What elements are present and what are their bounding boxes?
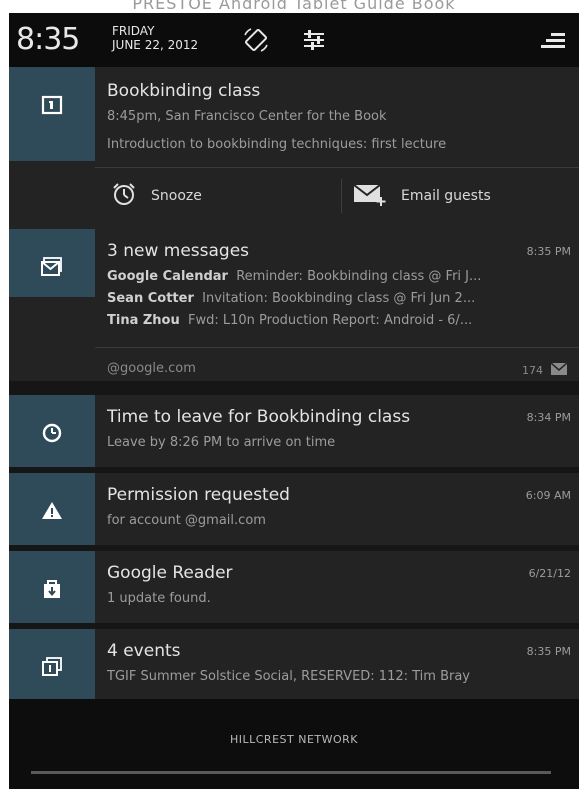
message-text: Fwd: L10n Production Report: Android - 6… bbox=[188, 313, 473, 328]
mail-icon bbox=[543, 362, 568, 378]
status-date: FRIDAY JUNE 22, 2012 bbox=[112, 24, 198, 52]
message-text: Invitation: Bookbinding class @ Fri Jun … bbox=[202, 291, 476, 306]
status-bar: 8:35 FRIDAY JUNE 22, 2012 bbox=[9, 13, 579, 67]
alarm-clock-icon bbox=[111, 181, 151, 211]
notification-menu-icon[interactable] bbox=[537, 25, 567, 55]
notification-gmail[interactable]: 3 new messages 8:35 PM Google Calendar R… bbox=[9, 229, 579, 381]
notification-description: Introduction to bookbinding techniques: … bbox=[107, 137, 447, 152]
account-address: @google.com bbox=[107, 361, 196, 376]
notification-time: 8:35 PM bbox=[526, 245, 571, 258]
unread-count-number: 174 bbox=[522, 364, 543, 377]
calendar-icon bbox=[40, 67, 64, 121]
notification-time: 6:09 AM bbox=[525, 489, 571, 502]
notification-icon-cell bbox=[9, 67, 95, 161]
gmail-icon bbox=[40, 229, 64, 283]
notification-title: Google Reader bbox=[107, 563, 233, 583]
page-caption: PRESTOE Android Tablet Guide Book bbox=[132, 0, 456, 13]
notification-title: Permission requested bbox=[107, 485, 290, 505]
notification-time: 8:34 PM bbox=[526, 411, 571, 424]
notification-title: Bookbinding class bbox=[107, 81, 261, 101]
notification-google-reader[interactable]: Google Reader 6/21/12 1 update found. bbox=[9, 551, 579, 623]
auto-rotate-icon[interactable] bbox=[241, 25, 271, 55]
notification-subtitle: Leave by 8:26 PM to arrive on time bbox=[107, 435, 336, 450]
notification-title: Time to leave for Bookbinding class bbox=[107, 407, 411, 427]
action-divider bbox=[95, 167, 579, 168]
notification-time: 6/21/12 bbox=[528, 567, 571, 580]
status-day: FRIDAY bbox=[112, 24, 155, 38]
drag-handle[interactable] bbox=[31, 771, 551, 774]
notification-time-to-leave[interactable]: Time to leave for Bookbinding class 8:34… bbox=[9, 395, 579, 467]
message-row[interactable]: Tina Zhou Fwd: L10n Production Report: A… bbox=[107, 313, 573, 328]
tablet-screen: 8:35 FRIDAY JUNE 22, 2012 Bookbinding cl… bbox=[9, 13, 579, 789]
notification-icon-cell bbox=[9, 229, 95, 297]
notification-footer: HILLCREST NETWORK bbox=[9, 699, 579, 789]
gmail-divider bbox=[95, 347, 579, 348]
notification-icon-cell bbox=[9, 473, 95, 545]
notification-subtitle: 8:45pm, San Francisco Center for the Boo… bbox=[107, 109, 387, 124]
action-separator bbox=[341, 179, 342, 213]
update-icon bbox=[40, 551, 64, 605]
snooze-label: Snooze bbox=[151, 188, 202, 204]
notification-icon-cell bbox=[9, 395, 95, 467]
warning-icon bbox=[40, 473, 64, 527]
events-icon bbox=[40, 629, 64, 683]
notification-events[interactable]: 4 events 8:35 PM TGIF Summer Solstice So… bbox=[9, 629, 579, 699]
notification-icon-cell bbox=[9, 551, 95, 623]
unread-count: 174 bbox=[522, 362, 568, 378]
notification-icon-cell bbox=[9, 629, 95, 699]
notification-subtitle: TGIF Summer Solstice Social, RESERVED: 1… bbox=[107, 669, 470, 684]
message-sender: Google Calendar bbox=[107, 269, 228, 284]
message-text: Reminder: Bookbinding class @ Fri J... bbox=[236, 269, 482, 284]
notification-calendar[interactable]: Bookbinding class 8:45pm, San Francisco … bbox=[9, 67, 579, 229]
clock-icon bbox=[40, 395, 64, 449]
notification-time: 8:35 PM bbox=[526, 645, 571, 658]
email-guests-label: Email guests bbox=[401, 188, 491, 204]
snooze-button[interactable]: Snooze bbox=[111, 171, 202, 221]
message-row[interactable]: Google Calendar Reminder: Bookbinding cl… bbox=[107, 269, 573, 284]
notification-permission[interactable]: Permission requested 6:09 AM for account… bbox=[9, 473, 579, 545]
carrier-name: HILLCREST NETWORK bbox=[229, 733, 359, 746]
notification-actions: Snooze Email guests bbox=[95, 171, 579, 221]
notification-title: 3 new messages bbox=[107, 241, 250, 261]
status-clock: 8:35 bbox=[16, 22, 80, 57]
email-add-icon bbox=[353, 181, 401, 211]
status-date-text: JUNE 22, 2012 bbox=[112, 38, 199, 52]
notification-title: 4 events bbox=[107, 641, 181, 661]
message-sender: Tina Zhou bbox=[107, 313, 180, 328]
notification-subtitle: for account @gmail.com bbox=[107, 513, 266, 528]
notification-subtitle: 1 update found. bbox=[107, 591, 211, 606]
email-guests-button[interactable]: Email guests bbox=[353, 171, 491, 221]
message-row[interactable]: Sean Cotter Invitation: Bookbinding clas… bbox=[107, 291, 573, 306]
quick-settings-icon[interactable] bbox=[299, 25, 329, 55]
message-sender: Sean Cotter bbox=[107, 291, 194, 306]
